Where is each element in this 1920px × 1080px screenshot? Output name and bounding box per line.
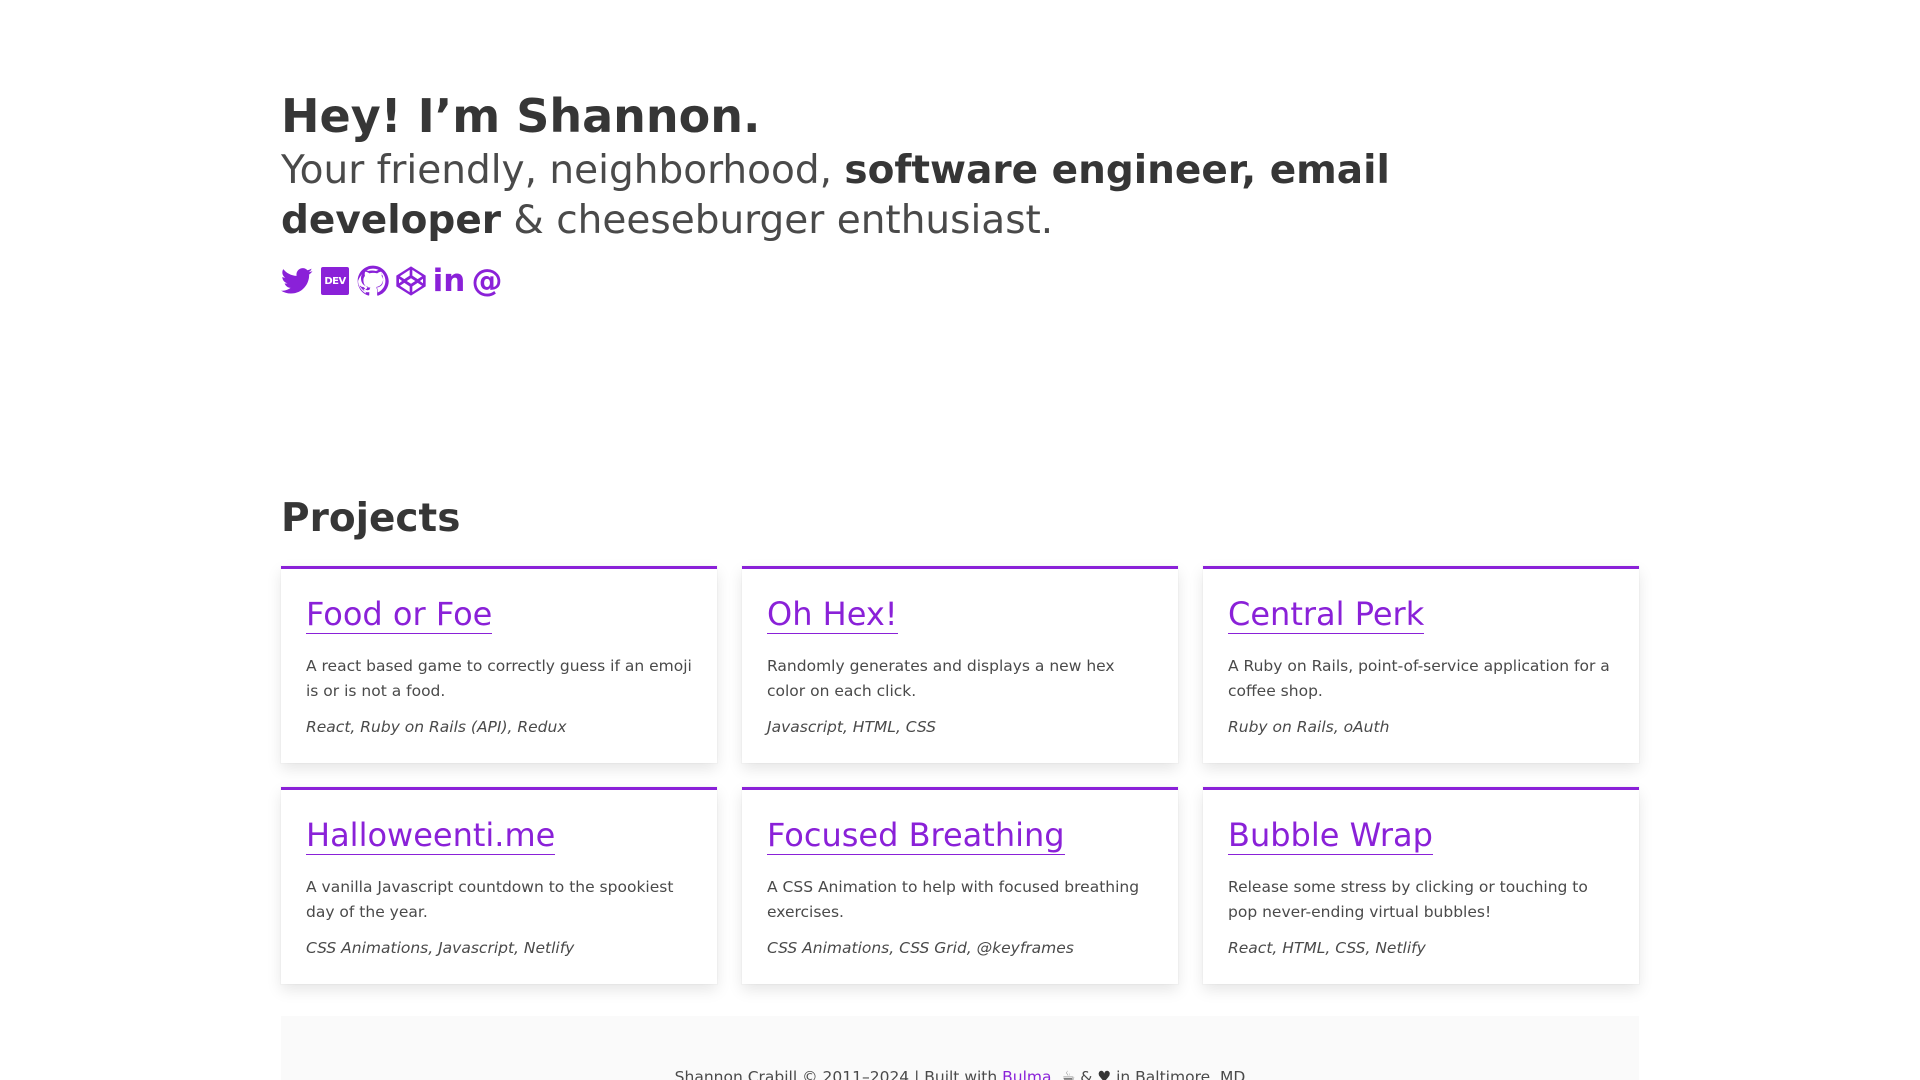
project-title-link[interactable]: Halloweenti.me [306,816,556,855]
project-description: Release some stress by clicking or touch… [1228,878,1588,921]
codepen-icon [396,266,426,296]
hero-subtitle: Your friendly, neighborhood, software en… [281,146,1531,246]
subtitle-pre: Your friendly, neighborhood, [281,148,833,193]
project-description: A Ruby on Rails, point-of-service applic… [1228,657,1610,700]
project-description: A CSS Animation to help with focused bre… [767,878,1140,921]
footer: Shannon Crabill © 2011–2024 | Built with… [281,1016,1639,1080]
footer-amp: & [1080,1068,1093,1080]
linkedin-icon: in [432,263,466,299]
project-tags: React, HTML, CSS, Netlify [1228,939,1426,957]
project-tags: Javascript, HTML, CSS [767,718,937,736]
codepen-link[interactable] [395,264,427,298]
dev-link[interactable]: DEV [319,264,351,298]
project-description: A vanilla Javascript countdown to the sp… [306,878,674,921]
project-title-link[interactable]: Bubble Wrap [1228,816,1433,855]
project-card: Focused Breathing A CSS Animation to hel… [742,787,1178,984]
twitter-link[interactable] [281,264,313,298]
project-tags: CSS Animations, Javascript, Netlify [306,939,575,957]
project-card: Bubble Wrap Release some stress by click… [1203,787,1639,984]
hero-section: Hey! I’m Shannon. Your friendly, neighbo… [281,0,1639,298]
project-card: Food or Foe A react based game to correc… [281,566,717,763]
projects-heading: Projects [281,496,461,541]
subtitle-post: & cheeseburger enthusiast. [513,198,1054,243]
footer-text-pre: Shannon Crabill © 2011–2024 | Built with [674,1068,998,1080]
page-container: Hey! I’m Shannon. Your friendly, neighbo… [281,0,1639,1080]
heart-icon: ♥ [1097,1068,1112,1080]
project-tags: CSS Animations, CSS Grid, @keyframes [767,939,1074,957]
footer-text-post: in Baltimore, MD [1116,1068,1246,1080]
project-card: Central Perk A Ruby on Rails, point-of-s… [1203,566,1639,763]
project-description: A react based game to correctly guess if… [306,657,692,700]
hero-title: Hey! I’m Shannon. [281,89,761,143]
linkedin-link[interactable]: in [432,263,466,299]
project-title-link[interactable]: Central Perk [1228,595,1425,634]
project-card: Oh Hex! Randomly generates and displays … [742,566,1178,763]
project-card: Halloweenti.me A vanilla Javascript coun… [281,787,717,984]
social-links: DEV in @ [281,264,1639,298]
projects-grid: Food or Foe A react based game to correc… [281,566,1639,984]
project-title-link[interactable]: Food or Foe [306,595,493,634]
github-icon [357,265,389,296]
github-link[interactable] [357,264,389,298]
footer-comma: , [1051,1068,1057,1080]
dev-icon: DEV [321,267,349,295]
email-link[interactable]: @ [471,264,503,298]
project-tags: Ruby on Rails, oAuth [1228,718,1390,736]
project-description: Randomly generates and displays a new he… [767,657,1115,700]
project-title-link[interactable]: Focused Breathing [767,816,1065,855]
coffee-icon: ☕ [1061,1068,1076,1080]
project-title-link[interactable]: Oh Hex! [767,595,898,634]
twitter-icon [281,268,313,294]
bulma-link[interactable]: Bulma [1002,1068,1051,1080]
project-tags: React, Ruby on Rails (API), Redux [306,718,567,736]
at-icon: @ [471,263,503,299]
